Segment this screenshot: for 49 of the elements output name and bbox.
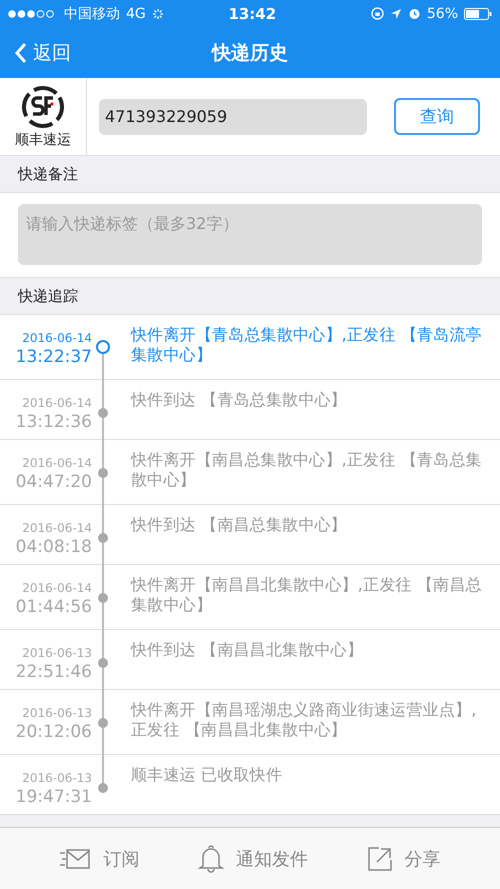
event-date: 2016-06-14 (22, 581, 92, 595)
event-date: 2016-06-14 (22, 396, 92, 410)
note-input-field[interactable]: 请输入快递标签（最多32字） (18, 204, 482, 265)
chevron-left-icon (14, 42, 27, 64)
activity-icon (152, 8, 164, 20)
carrier-name: 中国移动 (64, 4, 120, 22)
envelope-icon (59, 846, 92, 870)
share-icon (366, 846, 393, 872)
event-description: 快件离开【南昌总集散中心】,正发往 【青岛总集散中心】 (131, 450, 482, 489)
query-button[interactable]: 查询 (394, 98, 480, 135)
event-description: 快件到达 【青岛总集散中心】 (131, 390, 347, 409)
event-time: 19:47:31 (16, 787, 92, 807)
event-time: 04:47:20 (16, 472, 92, 492)
event-date: 2016-06-13 (22, 646, 92, 660)
section-title: 快递追踪 (18, 286, 78, 306)
event-description: 顺丰速运 已收取快件 (131, 765, 282, 784)
event-description: 快件离开【南昌瑶湖忠义路商业街速运营业点】,正发往 【南昌昌北集散中心】 (131, 700, 476, 739)
notify-button[interactable]: 通知发件 (192, 844, 314, 874)
alarm-icon (408, 7, 421, 20)
clock-time: 13:42 (228, 4, 276, 22)
event-description: 快件离开【南昌昌北集散中心】,正发往 【南昌总集散中心】 (131, 575, 482, 614)
battery-percent: 56% (426, 6, 458, 22)
event-time: 13:22:37 (16, 347, 92, 367)
location-icon (390, 8, 402, 20)
company-name: 顺丰速运 (15, 130, 71, 148)
tracking-number-field[interactable]: 471393229059 (99, 98, 367, 134)
back-button[interactable]: 返回 (0, 40, 71, 66)
event-date: 2016-06-14 (22, 331, 92, 345)
event-description: 快件到达 【南昌昌北集散中心】 (131, 640, 364, 659)
event-description: 快件到达 【南昌总集散中心】 (131, 515, 347, 534)
event-date: 2016-06-14 (22, 521, 92, 535)
page-title: 快递历史 (212, 42, 288, 64)
event-time: 04:08:18 (16, 537, 92, 557)
rotation-lock-icon (370, 7, 384, 20)
event-time: 01:44:56 (16, 597, 92, 617)
event-date: 2016-06-14 (22, 456, 92, 470)
event-time: 20:12:06 (16, 722, 92, 742)
event-date: 2016-06-13 (22, 771, 92, 785)
event-date: 2016-06-13 (22, 706, 92, 720)
bell-icon (198, 844, 224, 872)
section-title: 快递备注 (18, 164, 78, 184)
subscribe-button[interactable]: 订阅 (53, 846, 146, 872)
company-logo-icon (21, 84, 65, 128)
network-type: 4G (126, 6, 146, 22)
event-time: 13:12:36 (16, 412, 92, 432)
battery-icon (464, 8, 492, 20)
event-time: 22:51:46 (16, 662, 92, 682)
event-description: 快件离开【青岛总集散中心】,正发往 【青岛流亭集散中心】 (131, 325, 482, 364)
share-button[interactable]: 分享 (360, 844, 447, 872)
